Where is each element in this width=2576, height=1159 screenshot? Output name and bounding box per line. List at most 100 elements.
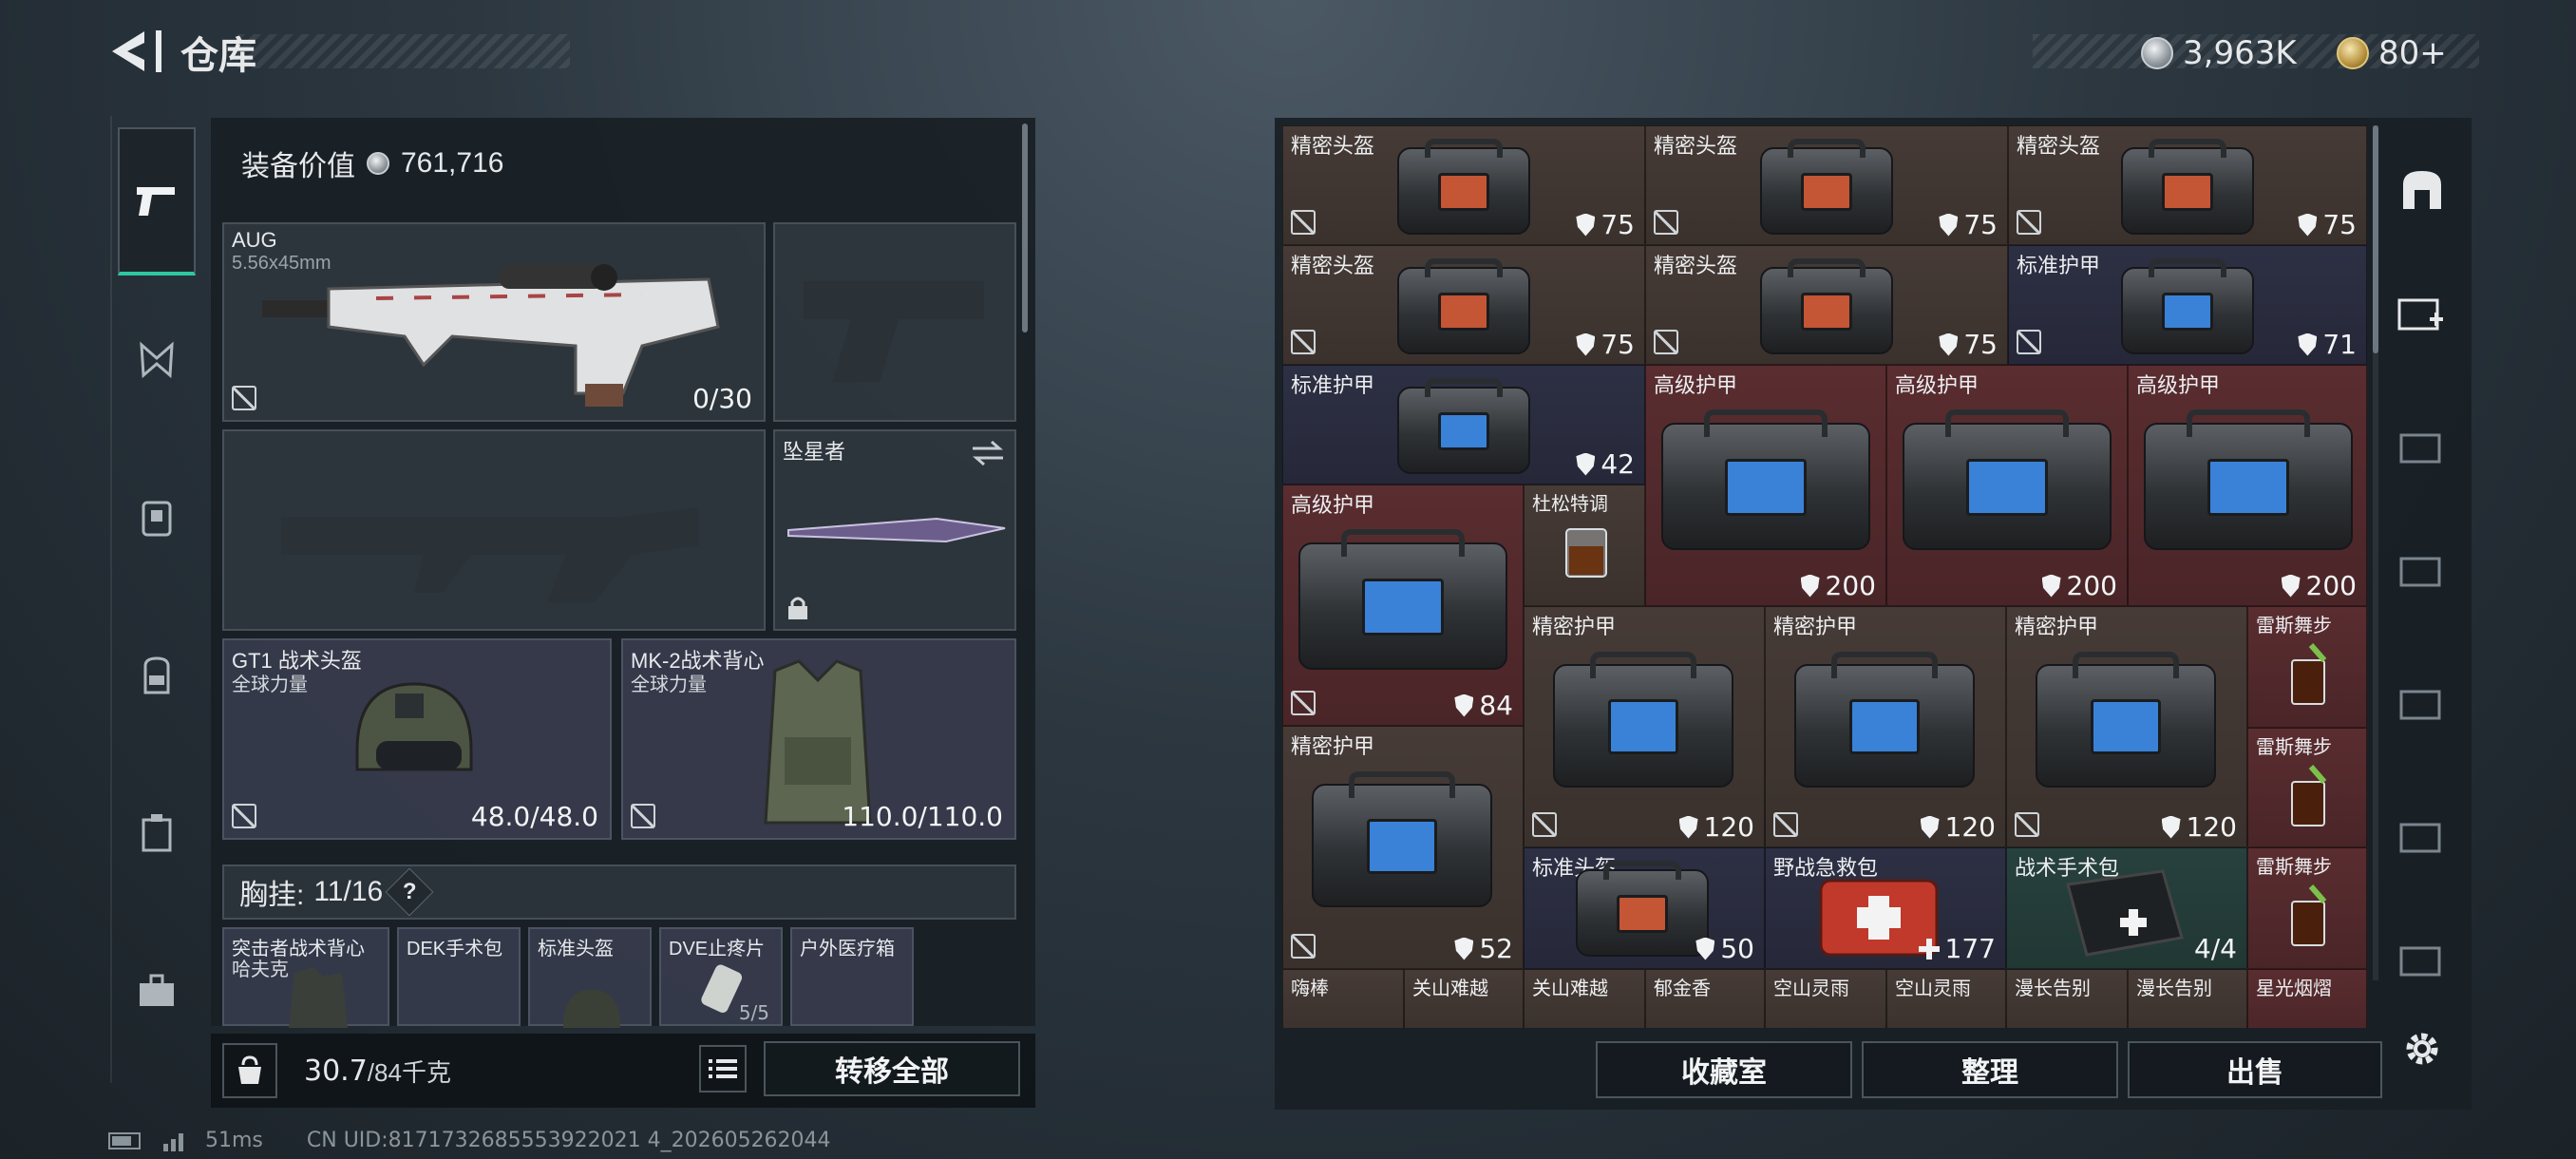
transfer-all-button[interactable]: 转移全部 bbox=[764, 1041, 1020, 1096]
chest-rig-header[interactable]: 胸挂: 11/16 ? bbox=[222, 864, 1016, 920]
stash-item[interactable]: 精密头盔 75 bbox=[2008, 125, 2367, 245]
loadout-scrollbar[interactable] bbox=[1022, 124, 1028, 332]
nav-tab-container[interactable] bbox=[133, 809, 180, 857]
stash-item[interactable]: 空山灵雨 bbox=[1765, 969, 1886, 1028]
helmet-case-image bbox=[1397, 139, 1530, 235]
durability-icon bbox=[1454, 694, 1474, 717]
stash-item[interactable]: 高级护甲 84 bbox=[1282, 484, 1524, 726]
rig-item-2[interactable]: DEK手术包 bbox=[397, 927, 521, 1026]
stash-home-tab[interactable] bbox=[2394, 162, 2451, 218]
armor-case-image bbox=[1397, 378, 1530, 474]
helmet-case-image bbox=[2121, 139, 2254, 235]
title-stripe bbox=[237, 34, 570, 68]
stash-item[interactable]: 嗨棒 bbox=[1282, 969, 1404, 1028]
stash-item[interactable]: 精密护甲 120 bbox=[1524, 606, 1765, 847]
stash-item[interactable]: 精密护甲 120 bbox=[2006, 606, 2247, 847]
list-icon bbox=[709, 1059, 737, 1078]
stash-page-tab[interactable] bbox=[2394, 418, 2451, 475]
swap-icon[interactable] bbox=[971, 439, 1005, 467]
armor-case-image bbox=[1298, 529, 1507, 670]
nav-tab-armor[interactable] bbox=[133, 494, 180, 542]
stash-item[interactable]: 野战急救包 177 bbox=[1765, 847, 2006, 969]
stash-item[interactable]: 标准护甲 71 bbox=[2008, 245, 2367, 365]
rig-item-5[interactable]: 户外医疗箱 bbox=[790, 927, 914, 1026]
durability-icon bbox=[1695, 937, 1715, 960]
add-stash-tab[interactable] bbox=[2394, 285, 2451, 342]
stash-item[interactable]: 杜松特调 bbox=[1524, 484, 1645, 606]
cocktail-icon bbox=[2291, 643, 2327, 705]
stash-item[interactable]: 标准头盔 50 bbox=[1524, 847, 1765, 969]
stash-page-tab[interactable] bbox=[2394, 542, 2451, 598]
rig-item-1[interactable]: 突击者战术背心 哈夫克 bbox=[222, 927, 389, 1028]
sort-button[interactable]: 整理 bbox=[1862, 1041, 2118, 1098]
armor-case-image bbox=[1903, 409, 2112, 550]
stash-item[interactable]: 漫长告别 bbox=[2006, 969, 2128, 1028]
stash-item[interactable]: 雷斯舞步 bbox=[2247, 606, 2367, 728]
stash-item[interactable]: 精密头盔 75 bbox=[1645, 125, 2008, 245]
helmet-slot[interactable]: GT1 战术头盔 全球力量 48.0/48.0 bbox=[222, 638, 612, 840]
signal-icon bbox=[163, 1132, 183, 1151]
back-arrow-icon bbox=[112, 31, 144, 71]
stash-item[interactable]: 关山难越 bbox=[1404, 969, 1524, 1028]
armor-slot[interactable]: MK-2战术背心 全球力量 110.0/110.0 bbox=[621, 638, 1016, 840]
not-insured-icon bbox=[1291, 934, 1316, 959]
rig-item-4[interactable]: DVE止疼片 5/5 bbox=[659, 927, 783, 1026]
rig-item-3[interactable]: 标准头盔 bbox=[528, 927, 652, 1028]
stash-item[interactable]: 高级护甲 200 bbox=[2128, 365, 2367, 606]
stash-scroll-track[interactable] bbox=[2373, 125, 2378, 980]
primary-weapon-slot[interactable]: AUG 5.56x45mm 0/30 bbox=[222, 222, 766, 422]
stash-scroll-thumb[interactable] bbox=[2373, 125, 2378, 353]
helmet-image bbox=[355, 682, 473, 771]
stash-page-tab[interactable] bbox=[2394, 931, 2451, 988]
cocktail-icon bbox=[2291, 765, 2327, 826]
stash-item[interactable]: 精密护甲 120 bbox=[1765, 606, 2006, 847]
back-button[interactable] bbox=[106, 23, 161, 80]
collection-room-button[interactable]: 收藏室 bbox=[1596, 1041, 1852, 1098]
not-insured-icon bbox=[2017, 210, 2041, 235]
stash-item[interactable]: 精密头盔 75 bbox=[1645, 245, 2008, 365]
armor-case-image bbox=[1661, 409, 1870, 550]
stash-item[interactable]: 精密护甲 52 bbox=[1282, 726, 1524, 969]
stash-page-tab[interactable] bbox=[2394, 808, 2451, 864]
vault-icon bbox=[2403, 171, 2441, 209]
not-insured-icon bbox=[1532, 812, 1557, 837]
nav-tab-weapons[interactable] bbox=[118, 127, 196, 276]
stash-item[interactable]: 漫长告别 bbox=[2128, 969, 2247, 1028]
nav-tab-backpack[interactable] bbox=[133, 652, 180, 699]
stash-item[interactable]: 雷斯舞步 bbox=[2247, 728, 2367, 847]
not-insured-icon bbox=[1773, 812, 1798, 837]
stash-item[interactable]: 关山难越 bbox=[1524, 969, 1645, 1028]
rifle-silhouette-icon bbox=[281, 507, 699, 602]
armor-case-image bbox=[2036, 651, 2216, 788]
secondary-weapon-slot[interactable] bbox=[222, 429, 766, 631]
nav-tab-toolbox[interactable] bbox=[133, 967, 180, 1015]
stash-item[interactable]: 精密头盔 75 bbox=[1282, 245, 1645, 365]
stash-item[interactable]: 空山灵雨 bbox=[1886, 969, 2006, 1028]
armor-case-image bbox=[1553, 651, 1733, 788]
sell-button[interactable]: 出售 bbox=[2128, 1041, 2382, 1098]
stash-item[interactable]: 战术手术包 4/4 bbox=[2006, 847, 2247, 969]
stash-item[interactable]: 精密头盔 75 bbox=[1282, 125, 1645, 245]
settings-button[interactable] bbox=[2394, 1020, 2451, 1077]
currency-gold[interactable]: 80+ bbox=[2337, 34, 2447, 72]
melee-slot[interactable]: 坠星者 bbox=[773, 429, 1016, 631]
stash-item[interactable]: 标准护甲 42 bbox=[1282, 365, 1645, 484]
help-icon[interactable]: ? bbox=[385, 867, 434, 917]
stash-page-tab[interactable] bbox=[2394, 674, 2451, 732]
battery-icon bbox=[108, 1131, 141, 1150]
stash-item[interactable]: 郁金香 bbox=[1645, 969, 1765, 1028]
helmet-case-image bbox=[1576, 861, 1709, 957]
not-insured-icon bbox=[1654, 330, 1678, 354]
add-storage-icon bbox=[2397, 298, 2443, 331]
stash-item[interactable]: 雷斯舞步 bbox=[2247, 847, 2367, 969]
pistol-slot[interactable] bbox=[773, 222, 1016, 422]
stash-item[interactable]: 高级护甲 200 bbox=[1645, 365, 1886, 606]
helmet-case-image bbox=[1397, 258, 1530, 354]
nav-tab-attachments[interactable] bbox=[133, 336, 180, 384]
stash-item[interactable]: 高级护甲 200 bbox=[1886, 365, 2128, 606]
durability-icon bbox=[1800, 574, 1820, 598]
not-insured-icon bbox=[232, 386, 256, 410]
armor-case-image bbox=[1312, 770, 1492, 907]
stash-item[interactable]: 星光烟熠 bbox=[2247, 969, 2367, 1028]
list-view-button[interactable] bbox=[699, 1045, 747, 1092]
